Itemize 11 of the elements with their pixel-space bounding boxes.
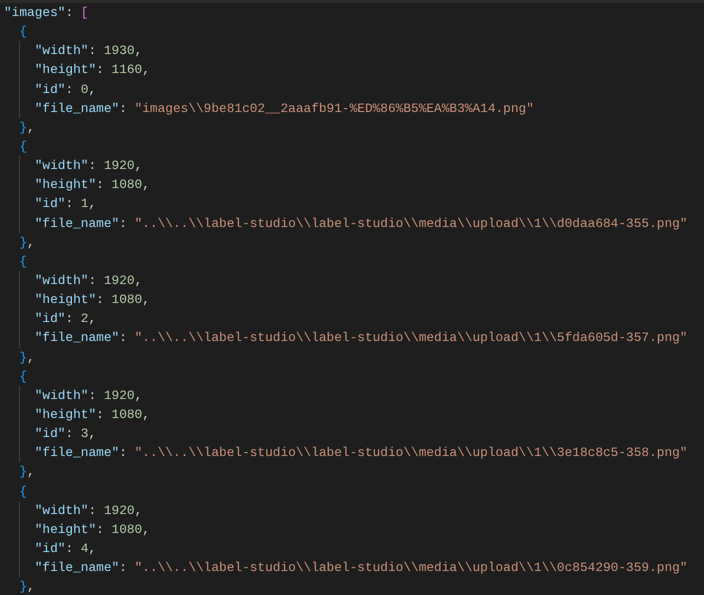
code-line: { [18,252,28,271]
code-line: { [18,482,28,501]
code-line: { [18,368,28,386]
code-line: { [18,138,28,156]
code-line: "images": [ [4,4,90,22]
code-line: }, [18,118,36,137]
code-line: }, [18,578,36,595]
code-line: }, [18,463,36,482]
code-line: { [18,23,28,42]
code-line: }, [18,348,36,367]
code-line: }, [18,234,36,252]
